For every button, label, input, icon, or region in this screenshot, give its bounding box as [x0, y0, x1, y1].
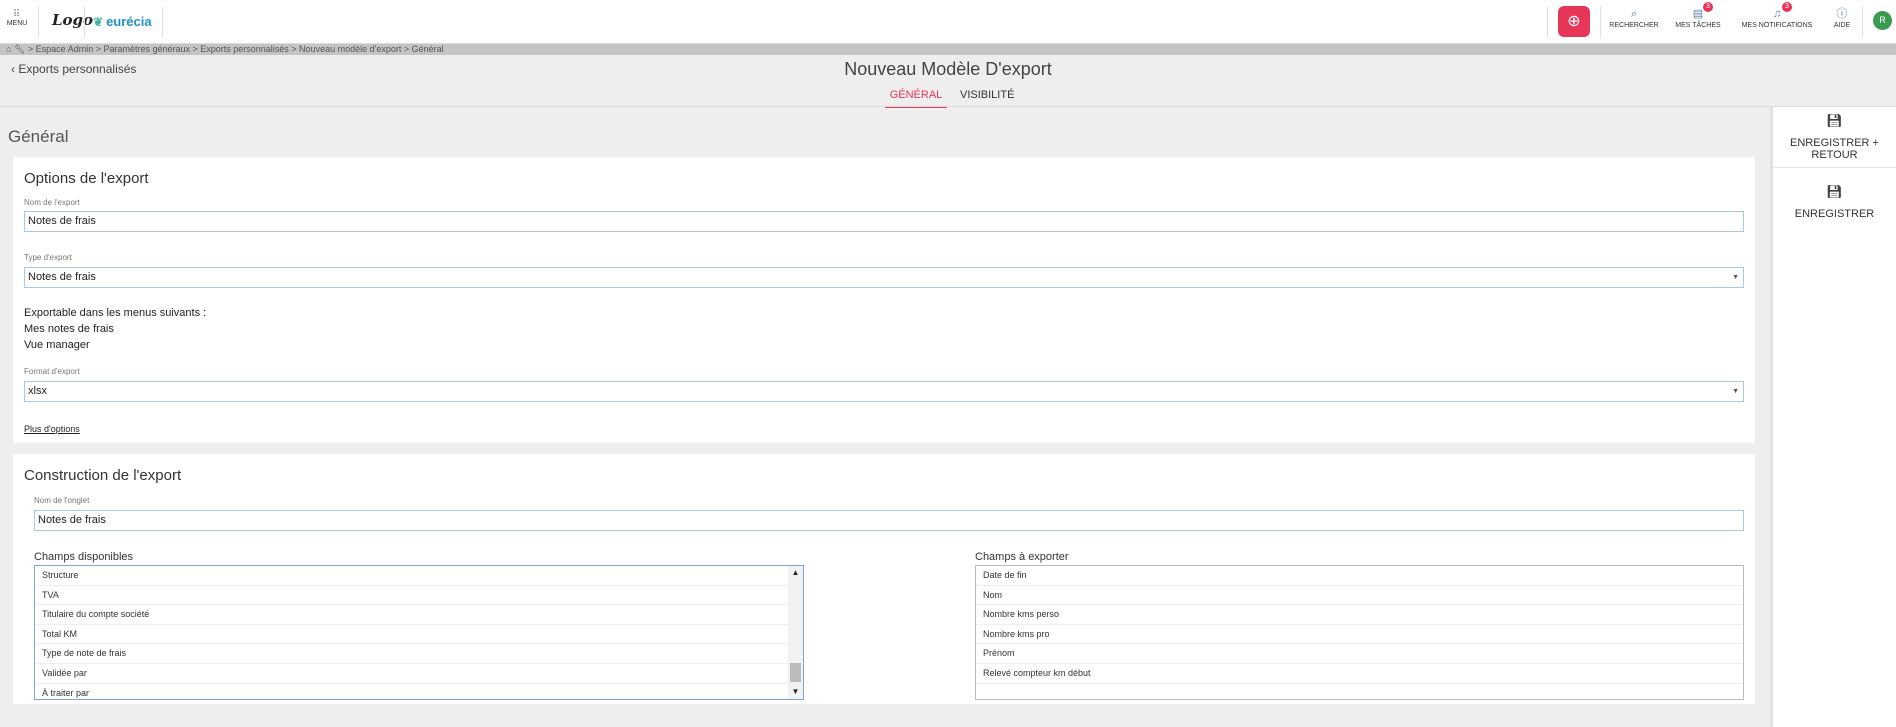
list-item[interactable]: Nombre kms pro [976, 625, 1743, 645]
list-item[interactable]: TVA [35, 586, 803, 606]
options-card: Options de l'export Nom de l'export Note… [13, 157, 1755, 443]
divider [84, 6, 85, 38]
export-name-label: Nom de l'export [24, 198, 80, 207]
exportable-menu-item: Mes notes de frais [24, 323, 114, 335]
grid-icon: ⠿ [12, 9, 22, 20]
exportable-menu-item: Vue manager [24, 339, 90, 351]
list-item[interactable]: Date de fin [976, 566, 1743, 586]
list-item[interactable]: Relevé compteur km début [976, 664, 1743, 684]
tasks-icon: ▤ 3 [1672, 2, 1724, 22]
divider [1773, 167, 1896, 168]
search-label: RECHERCHER [1609, 22, 1659, 29]
available-fields-label: Champs disponibles [34, 551, 134, 563]
options-title: Options de l'export [24, 170, 149, 187]
tab-name-input[interactable]: Notes de frais [34, 510, 1744, 531]
divider [162, 6, 163, 38]
caret-down-icon: ▼ [1732, 274, 1739, 281]
save-return-button[interactable]: 💾︎ ENREGISTRER + RETOUR [1773, 113, 1896, 161]
tab-visibility[interactable]: VISIBILITÉ [960, 89, 1014, 106]
search-button[interactable]: ⌕ RECHERCHER [1608, 6, 1660, 29]
floppy-disk-icon: 💾︎ [1826, 184, 1843, 199]
tasks-button[interactable]: ▤ 3 MES TÂCHES [1672, 2, 1724, 29]
scroll-up-icon[interactable]: ▲ [788, 567, 803, 579]
menu-label: MENU [6, 20, 28, 27]
list-item[interactable]: Type de note de frais [35, 644, 803, 664]
leaf-icon: ❦ [93, 15, 104, 29]
search-icon: ⌕ [1630, 8, 1638, 20]
export-format-select[interactable]: xlsx ▼ [24, 381, 1744, 402]
help-label: AIDE [1833, 22, 1851, 29]
export-fields-label: Champs à exporter [975, 551, 1069, 563]
action-panel: 💾︎ ENREGISTRER + RETOUR 💾︎ ENREGISTRER [1770, 107, 1896, 727]
list-item[interactable]: Nom [976, 586, 1743, 606]
header-divider [0, 106, 1896, 107]
construction-title: Construction de l'export [24, 467, 182, 484]
help-icon: ⓘ [1836, 8, 1848, 20]
tab-name-label: Nom de l'onglet [34, 496, 90, 505]
list-scrollbar[interactable]: ▲ ▼ [788, 566, 803, 699]
export-type-value: Notes de frais [28, 271, 96, 283]
save-label: ENREGISTRER [1794, 208, 1875, 220]
export-fields-list[interactable]: Date de fin Nom Nombre kms perso Nombre … [975, 565, 1744, 700]
available-fields-list[interactable]: Structure TVA Titulaire du compte sociét… [34, 565, 804, 700]
logo[interactable]: Logo [52, 11, 93, 29]
export-name-input[interactable]: Notes de frais [24, 211, 1744, 232]
tasks-badge: 3 [1703, 2, 1713, 12]
list-item[interactable]: Total KM [35, 625, 803, 645]
home-icon[interactable]: ⌂ [6, 44, 11, 54]
list-item[interactable]: Structure [35, 566, 803, 586]
wrench-icon: 🔧︎ [13, 44, 26, 54]
page-title: Nouveau Modèle D'export [844, 59, 1052, 79]
bell-icon: ♫ 3 [1738, 2, 1816, 22]
construction-card: Construction de l'export Nom de l'onglet… [13, 454, 1755, 704]
divider [38, 6, 39, 38]
save-return-label: ENREGISTRER + RETOUR [1790, 137, 1879, 161]
breadcrumb: ⌂ 🔧︎ > Espace Admin > Paramètres générau… [0, 44, 1896, 55]
breadcrumb-text[interactable]: > Espace Admin > Paramètres généraux > E… [28, 44, 444, 54]
tasks-label: MES TÂCHES [1675, 22, 1721, 29]
export-format-label: Format d'export [24, 367, 80, 376]
list-item[interactable]: Validée par [35, 664, 803, 684]
section-title: Général [8, 127, 69, 146]
export-type-select[interactable]: Notes de frais ▼ [24, 267, 1744, 288]
list-item[interactable]: À traiter par [35, 684, 803, 699]
more-options-link[interactable]: Plus d'options [24, 424, 80, 434]
notifications-badge: 3 [1782, 2, 1792, 12]
add-button[interactable]: ⊕ [1558, 6, 1590, 37]
divider [1547, 6, 1548, 38]
help-button[interactable]: ⓘ AIDE [1830, 6, 1854, 29]
notifications-label: MES NOTIFICATIONS [1741, 22, 1813, 29]
brand-logo[interactable]: ❦ eurécia [93, 14, 152, 29]
caret-down-icon: ▼ [1732, 388, 1739, 395]
divider [1862, 6, 1863, 38]
export-format-value: xlsx [28, 385, 47, 397]
divider [1600, 6, 1601, 38]
top-bar: ⠿ MENU Logo ❦ eurécia ⊕ ⌕ RECHERCHER ▤ 3 M… [0, 0, 1896, 44]
avatar[interactable]: R [1873, 11, 1892, 30]
list-item[interactable]: Prénom [976, 644, 1743, 664]
scroll-down-icon[interactable]: ▼ [788, 686, 803, 698]
export-type-label: Type d'export [24, 253, 72, 262]
floppy-disk-icon: 💾︎ [1826, 113, 1843, 128]
scroll-thumb[interactable] [790, 663, 801, 682]
plus-circle-icon: ⊕ [1567, 13, 1581, 30]
notifications-button[interactable]: ♫ 3 MES NOTIFICATIONS [1738, 2, 1816, 29]
menu-button[interactable]: ⠿ MENU [4, 9, 30, 28]
list-item[interactable]: Titulaire du compte société [35, 605, 803, 625]
save-button[interactable]: 💾︎ ENREGISTRER [1773, 184, 1896, 220]
list-item[interactable]: Nombre kms perso [976, 605, 1743, 625]
exportable-title: Exportable dans les menus suivants : [24, 307, 207, 319]
